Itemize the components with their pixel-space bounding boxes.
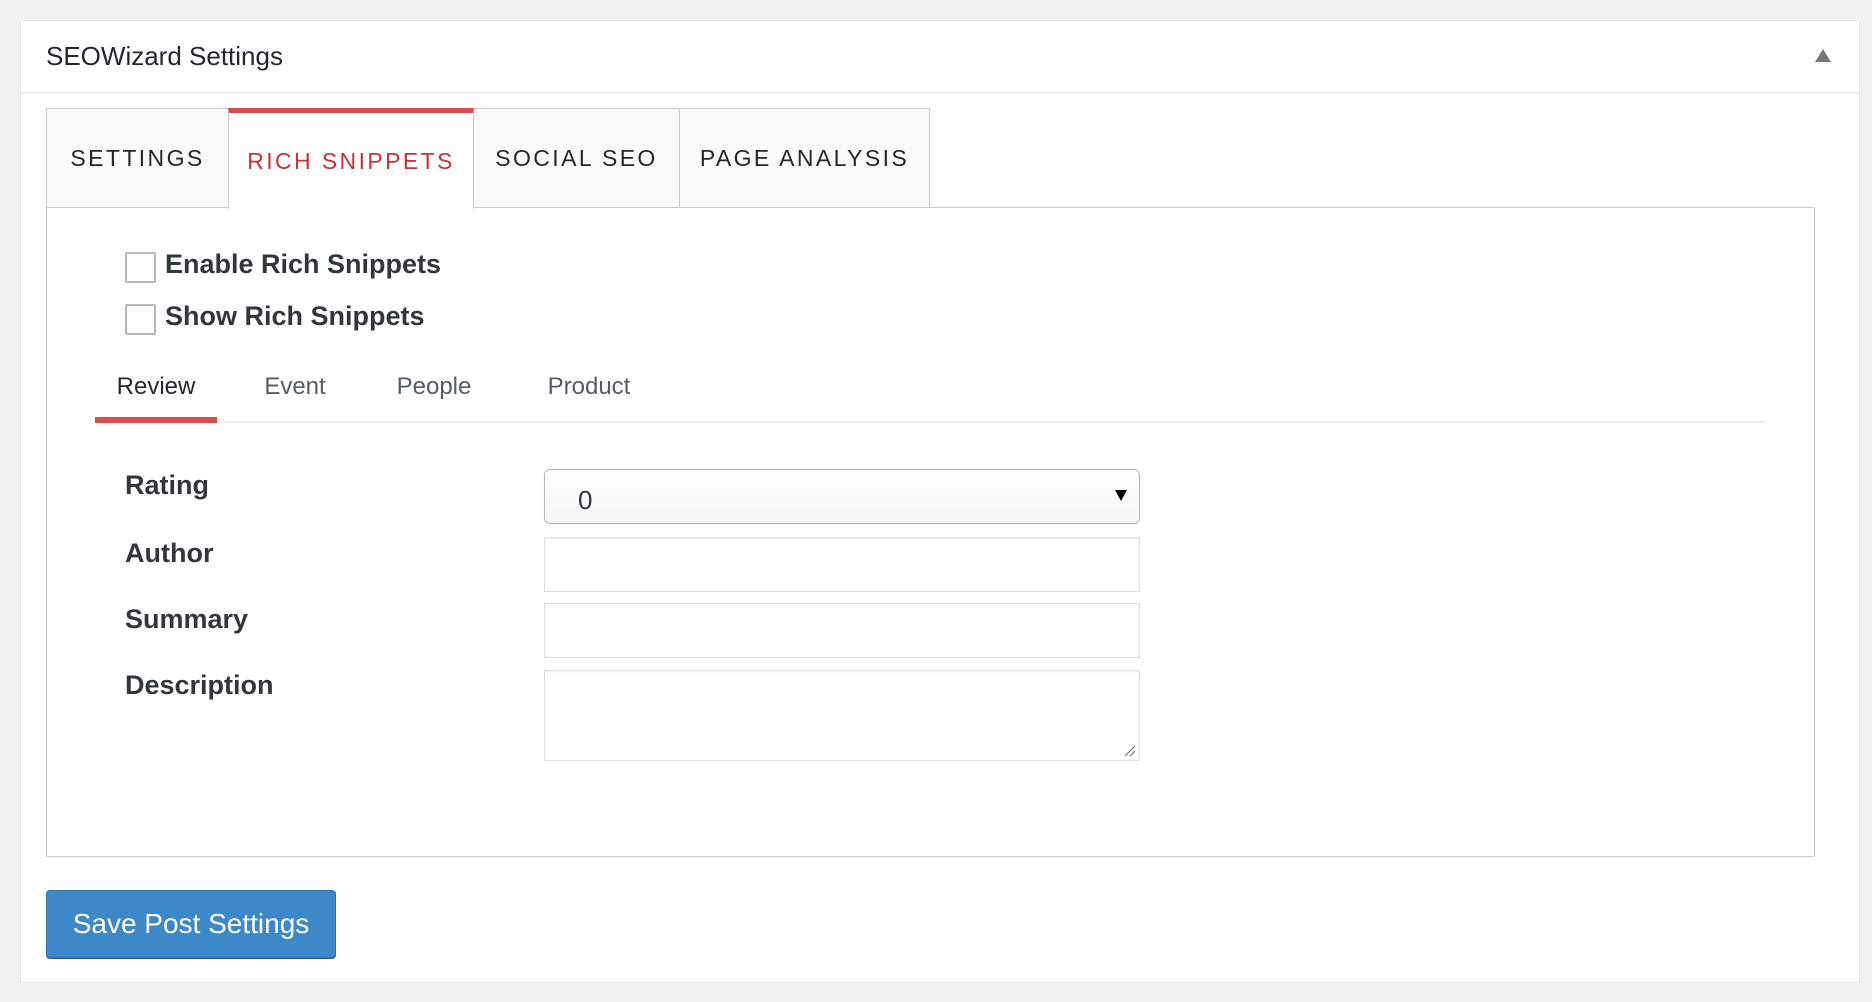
subtab-review-label: Review: [116, 373, 196, 400]
tab-social-seo[interactable]: SOCIAL SEO: [473, 108, 680, 208]
tab-page-analysis[interactable]: PAGE ANALYSIS: [679, 108, 930, 208]
summary-label: Summary: [125, 604, 249, 634]
snippet-type-tabs: Review Event People Product: [95, 363, 1765, 423]
tab-rich-snippets[interactable]: RICH SNIPPETS: [228, 108, 474, 209]
save-post-settings-button[interactable]: Save Post Settings: [46, 890, 336, 958]
active-subtab-indicator: [95, 417, 217, 423]
seowizard-settings-panel: SEOWizard Settings SETTINGS RICH SNIPPET…: [20, 20, 1860, 983]
enable-rich-snippets-checkbox[interactable]: [125, 252, 156, 283]
enable-rich-snippets-label: Enable Rich Snippets: [165, 249, 442, 279]
subtab-product[interactable]: Product: [527, 363, 651, 423]
rich-snippets-panel: Enable Rich Snippets Show Rich Snippets …: [46, 207, 1815, 857]
subtab-people[interactable]: People: [385, 363, 483, 423]
tab-social-seo-label: SOCIAL SEO: [495, 144, 658, 171]
tab-settings-label: SETTINGS: [70, 144, 205, 171]
description-textarea[interactable]: [544, 670, 1140, 761]
rating-select[interactable]: 0: [544, 469, 1140, 524]
subtab-people-label: People: [396, 373, 472, 400]
tab-page-analysis-label: PAGE ANALYSIS: [699, 144, 910, 171]
resize-handle-icon[interactable]: [1124, 745, 1136, 757]
author-input[interactable]: [544, 537, 1140, 592]
panel-header: SEOWizard Settings: [21, 21, 1859, 93]
subtab-event[interactable]: Event: [235, 363, 355, 423]
enable-rich-snippets-row: Enable Rich Snippets: [125, 246, 441, 283]
subtab-event-label: Event: [264, 373, 326, 400]
panel-title: SEOWizard Settings: [46, 41, 283, 71]
author-label: Author: [125, 538, 214, 568]
description-label: Description: [125, 670, 274, 700]
summary-input[interactable]: [544, 603, 1140, 658]
dropdown-caret-icon: [1115, 490, 1127, 501]
collapse-toggle-icon[interactable]: [1815, 49, 1831, 62]
rating-label: Rating: [125, 470, 209, 500]
show-rich-snippets-row: Show Rich Snippets: [125, 298, 425, 335]
subtab-product-label: Product: [547, 373, 631, 400]
rating-select-value: 0: [578, 485, 593, 515]
show-rich-snippets-label: Show Rich Snippets: [165, 301, 425, 331]
tab-settings[interactable]: SETTINGS: [46, 108, 229, 208]
subtab-review[interactable]: Review: [95, 363, 217, 423]
tab-rich-snippets-label: RICH SNIPPETS: [247, 147, 455, 174]
show-rich-snippets-checkbox[interactable]: [125, 304, 156, 335]
main-tab-bar: SETTINGS RICH SNIPPETS SOCIAL SEO PAGE A…: [46, 108, 930, 209]
